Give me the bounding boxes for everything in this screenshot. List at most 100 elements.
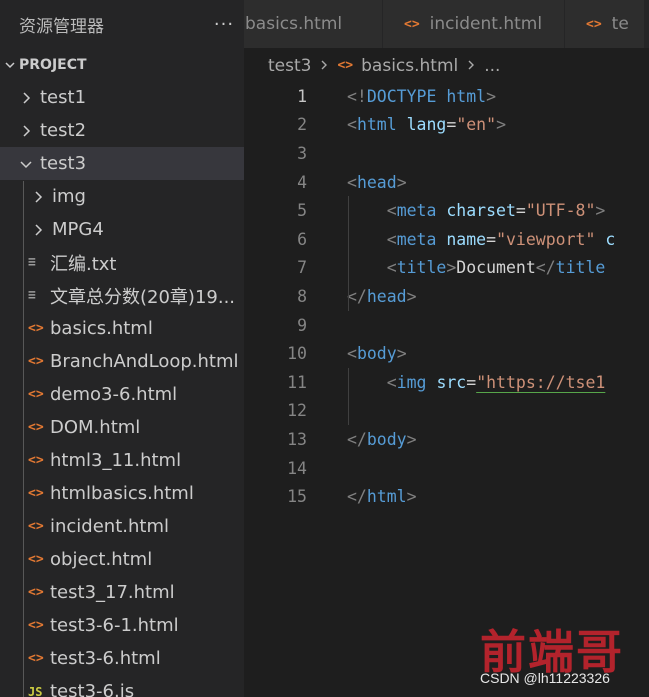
js-file-icon: JS bbox=[28, 684, 43, 697]
line-number: 6 bbox=[297, 229, 307, 249]
code-token: html bbox=[446, 86, 487, 106]
code-token: Document bbox=[456, 258, 536, 278]
tree-item-label: test3-6.html bbox=[50, 648, 161, 669]
tree-item-label: BranchAndLoop.html bbox=[50, 351, 239, 372]
tree-item-label: basics.html bbox=[50, 318, 153, 339]
watermark-text: CSDN @lh11223326 bbox=[480, 670, 610, 686]
folder-row[interactable]: test2 bbox=[0, 114, 244, 147]
line-number: 12 bbox=[287, 401, 307, 421]
folder-row[interactable]: MPG4 bbox=[0, 213, 244, 246]
file-row[interactable]: <> BranchAndLoop.html bbox=[0, 345, 244, 378]
file-row[interactable]: JS test3-6.js bbox=[0, 675, 244, 697]
code-token: title bbox=[396, 258, 447, 278]
line-source: <img src="https://tse1 bbox=[307, 372, 606, 392]
tree-item-label: test1 bbox=[40, 87, 87, 108]
code-token: "https://tse1 bbox=[476, 372, 606, 392]
file-row[interactable]: <> test3-6-1.html bbox=[0, 609, 244, 642]
code-line: 12 bbox=[244, 397, 649, 426]
chevron-down-icon bbox=[0, 59, 19, 71]
html-file-icon: <> bbox=[337, 58, 354, 73]
html-file-icon: <> bbox=[28, 552, 44, 567]
code-token: body bbox=[366, 429, 407, 449]
code-token: < bbox=[386, 229, 397, 249]
line-source: <html lang="en"> bbox=[307, 115, 506, 134]
file-row[interactable]: <> basics.html bbox=[0, 312, 244, 345]
editor-tab[interactable]: <> incident.html bbox=[383, 0, 565, 48]
tree-item-label: test3-6-1.html bbox=[50, 615, 179, 636]
tree-item-label: DOM.html bbox=[50, 417, 141, 438]
code-token: html bbox=[356, 115, 397, 135]
html-file-icon: <> bbox=[404, 16, 420, 32]
code-line: 2 <html lang="en"> bbox=[244, 111, 649, 140]
file-row[interactable]: <> htmlbasics.html bbox=[0, 477, 244, 510]
tree-item-label: test3 bbox=[40, 153, 87, 174]
tree-item-label: demo3-6.html bbox=[50, 384, 178, 405]
chevron-right-icon bbox=[319, 57, 329, 75]
code-line: 15 </html> bbox=[244, 482, 649, 511]
breadcrumb-file[interactable]: basics.html bbox=[361, 56, 458, 76]
line-source: <body> bbox=[307, 344, 407, 363]
code-token: </ bbox=[347, 429, 367, 449]
more-actions-icon[interactable]: ··· bbox=[204, 14, 244, 35]
code-token: > bbox=[396, 344, 407, 364]
folder-row[interactable]: img bbox=[0, 180, 244, 213]
code-token: > bbox=[595, 201, 606, 221]
file-row[interactable]: <> object.html bbox=[0, 543, 244, 576]
code-token: "en" bbox=[456, 115, 497, 135]
file-row[interactable]: <> DOM.html bbox=[0, 411, 244, 444]
code-line: 5 <meta charset="UTF-8"> bbox=[244, 196, 649, 225]
tree-item-label: MPG4 bbox=[52, 219, 104, 240]
file-row[interactable]: <> html3_11.html bbox=[0, 444, 244, 477]
code-token: </ bbox=[347, 286, 367, 306]
breadcrumb-folder[interactable]: test3 bbox=[268, 56, 311, 76]
code-token: < bbox=[347, 172, 357, 192]
file-row[interactable]: <> test3_17.html bbox=[0, 576, 244, 609]
line-number: 13 bbox=[287, 429, 307, 449]
html-file-icon: <> bbox=[28, 321, 44, 336]
file-row[interactable]: <> test3-6.html bbox=[0, 642, 244, 675]
file-row[interactable]: ≡ 文章总分数(20章)19... bbox=[0, 279, 244, 312]
project-section-header[interactable]: PROJECT bbox=[0, 48, 244, 81]
editor-tab[interactable]: basics.html bbox=[244, 0, 383, 48]
line-number: 2 bbox=[297, 115, 307, 135]
line-source: </head> bbox=[307, 287, 417, 306]
code-token: "viewport" bbox=[496, 229, 596, 249]
folder-row[interactable]: test3 bbox=[0, 147, 244, 180]
code-token: </ bbox=[347, 487, 367, 507]
breadcrumb-tail[interactable]: ... bbox=[484, 56, 500, 76]
chevron-right-icon bbox=[16, 124, 36, 138]
code-token: c bbox=[605, 229, 616, 249]
code-token: name bbox=[446, 229, 487, 249]
folder-row[interactable]: test1 bbox=[0, 81, 244, 114]
code-token: > bbox=[446, 258, 457, 278]
code-token: html bbox=[366, 487, 407, 507]
code-token: = bbox=[515, 201, 526, 221]
indent-guide bbox=[348, 368, 349, 426]
editor-area: basics.html <> incident.html <> te test3 <> … bbox=[244, 0, 649, 697]
chevron-right-icon bbox=[16, 91, 36, 105]
code-token: </ bbox=[535, 258, 556, 278]
line-source: <meta name="viewport" c bbox=[307, 229, 616, 249]
code-token: = bbox=[446, 115, 457, 135]
code-token: DOCTYPE bbox=[366, 86, 437, 106]
line-number: 14 bbox=[287, 458, 307, 478]
html-file-icon: <> bbox=[28, 651, 44, 666]
file-row[interactable]: <> incident.html bbox=[0, 510, 244, 543]
code-token: meta bbox=[396, 201, 437, 221]
code-line: 4 <head> bbox=[244, 168, 649, 197]
code-token: > bbox=[406, 487, 417, 507]
code-line: 7 <title>Document</title bbox=[244, 254, 649, 283]
file-row[interactable]: <> demo3-6.html bbox=[0, 378, 244, 411]
editor-tab[interactable]: <> te bbox=[565, 0, 645, 48]
code-line: 14 bbox=[244, 454, 649, 483]
code-token: lang bbox=[406, 115, 447, 135]
code-token: head bbox=[366, 286, 407, 306]
code-line: 9 bbox=[244, 311, 649, 340]
code-token: < bbox=[347, 115, 357, 135]
tree-item-label: html3_11.html bbox=[50, 450, 182, 471]
indent-guide bbox=[348, 196, 349, 311]
code-editor[interactable]: 1 <!DOCTYPE html> 2 <html lang="en"> 3 4 <head… bbox=[244, 82, 649, 511]
line-number: 4 bbox=[297, 172, 307, 192]
file-row[interactable]: ≡ 汇编.txt bbox=[0, 246, 244, 279]
